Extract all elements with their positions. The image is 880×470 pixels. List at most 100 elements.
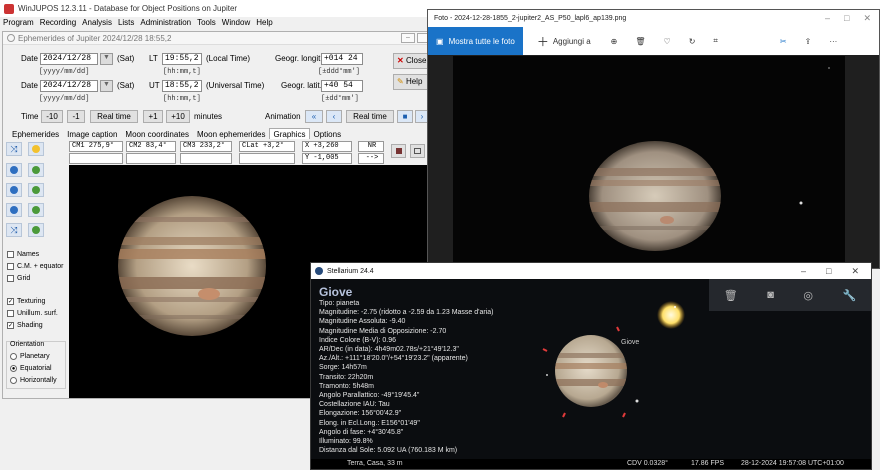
tab-moon-ephemerides[interactable]: Moon ephemerides — [193, 128, 269, 139]
maximize-icon[interactable]: □ — [826, 266, 831, 277]
horizontal-radio[interactable]: Horizontally — [10, 377, 57, 384]
sun-icon[interactable] — [28, 142, 44, 156]
tab-image-caption[interactable]: Image caption — [63, 128, 121, 139]
rewind-icon[interactable]: ‹ — [326, 110, 342, 123]
animation-realtime-button[interactable]: Real time — [346, 110, 394, 123]
minus-10-button[interactable]: -10 — [41, 110, 63, 123]
zoom-icon[interactable]: ⊕ — [611, 37, 618, 46]
ephemerides-tabs: Ephemerides Image caption Moon coordinat… — [8, 128, 345, 139]
lt-field[interactable]: 19:55,2 — [162, 53, 202, 65]
ut-field[interactable]: 18:55,2 — [162, 80, 202, 92]
planetary-radio[interactable]: Planetary — [10, 353, 50, 360]
grid-checkbox[interactable]: Grid — [7, 275, 30, 282]
menu-window[interactable]: Window — [219, 17, 253, 29]
close-icon[interactable]: ✕ — [863, 13, 871, 24]
longitude-format: [±ddd°mm'] — [318, 68, 361, 76]
trash-icon[interactable]: 🗑 — [724, 289, 738, 302]
rewind-fast-icon[interactable]: « — [305, 110, 323, 123]
crop-icon[interactable]: ⌗ — [713, 36, 718, 46]
moon-dot — [546, 374, 548, 376]
photo-canvas[interactable] — [453, 56, 845, 270]
tab-ephemerides[interactable]: Ephemerides — [8, 128, 63, 139]
share-icon[interactable]: ⇪ — [805, 37, 812, 46]
weekday-1: (Sat) — [117, 54, 135, 63]
moon-2-icon[interactable] — [28, 183, 44, 197]
texturing-checkbox[interactable]: ✓ Texturing — [7, 298, 45, 305]
menu-program[interactable]: Program — [0, 17, 37, 29]
sky-object-label: Giove — [621, 339, 640, 346]
tab-options[interactable]: Options — [310, 128, 346, 139]
target-icon[interactable]: ◎ — [803, 289, 813, 302]
date-label-2: Date — [21, 81, 38, 90]
image-icon[interactable] — [391, 144, 406, 158]
realtime-button[interactable]: Real time — [90, 110, 138, 123]
menu-tools[interactable]: Tools — [194, 17, 219, 29]
close-button[interactable]: ✕ Close — [393, 53, 431, 69]
close-icon[interactable]: ✕ — [851, 266, 859, 277]
flip-icon[interactable]: ⤨ — [6, 223, 22, 237]
picture-frame-icon[interactable] — [410, 144, 425, 158]
show-all-photos-button[interactable]: ▣ Mostra tutte le foto — [428, 27, 523, 55]
menu-administration[interactable]: Administration — [137, 17, 194, 29]
add-to-button[interactable]: Aggiungi a — [553, 37, 591, 46]
date-label-1: Date — [21, 54, 38, 63]
unillum-checkbox[interactable]: Unillum. surf. — [7, 310, 58, 317]
sun-glow — [657, 301, 685, 329]
date-format-1: [yyyy/mm/dd] — [39, 68, 90, 76]
minimize-icon[interactable]: – — [401, 33, 415, 43]
swap-icon[interactable]: ⤨ — [6, 142, 22, 156]
info-line: Magnitudine Media di Opposizione: -2.70 — [319, 327, 447, 335]
moon-4-icon[interactable] — [28, 223, 44, 237]
planetary-label: Planetary — [20, 353, 50, 360]
longitude-field[interactable]: +014 24 — [321, 53, 363, 65]
add-icon[interactable]: ＋ — [537, 33, 549, 50]
reset-zoom-icon[interactable] — [6, 183, 22, 197]
tab-graphics[interactable]: Graphics — [269, 128, 310, 139]
moon-3-icon[interactable] — [28, 203, 44, 217]
longitude-label: Geogr. longit. — [275, 54, 323, 63]
tab-moon-coordinates[interactable]: Moon coordinates — [121, 128, 193, 139]
heart-icon[interactable]: ♡ — [664, 37, 671, 46]
minimize-icon[interactable]: – — [801, 266, 806, 277]
close-icon: ✕ — [397, 56, 404, 65]
maximize-icon[interactable]: □ — [844, 13, 849, 24]
moon-1-icon[interactable] — [28, 163, 44, 177]
date-format-2: [yyyy/mm/dd] — [39, 95, 90, 103]
info-line: Tipo: pianeta — [319, 300, 360, 307]
date-field-2[interactable]: 2024/12/28 — [40, 80, 98, 92]
plus-1-button[interactable]: +1 — [143, 110, 163, 123]
edit-icon[interactable]: ✂ — [780, 37, 787, 46]
help-button[interactable]: ✎ Help — [393, 74, 431, 90]
minimize-icon[interactable]: – — [825, 13, 830, 24]
stop-icon[interactable]: ■ — [397, 110, 413, 123]
more-icon[interactable]: ··· — [829, 37, 837, 46]
screen-icon[interactable]: ◙ — [767, 289, 774, 301]
info-line: Distanza dal Sole: 5.092 UA (760.183 M k… — [319, 447, 458, 455]
menu-recording[interactable]: Recording — [37, 17, 79, 29]
chevron-down-icon[interactable] — [100, 53, 113, 65]
rotate-icon[interactable]: ↻ — [689, 37, 696, 46]
menu-analysis[interactable]: Analysis — [79, 17, 115, 29]
names-label: Names — [17, 251, 40, 258]
delete-icon[interactable]: 🗑 — [635, 37, 645, 46]
zoom-in-icon[interactable] — [6, 163, 22, 177]
info-line: Elong. in Ecl.Long.: E156°01'49" — [319, 419, 420, 427]
star-dot — [674, 306, 676, 308]
jupiter-disk — [589, 141, 721, 251]
date-field-1[interactable]: 2024/12/28 — [40, 53, 98, 65]
plus-10-button[interactable]: +10 — [166, 110, 190, 123]
nr-value: NR — [358, 141, 384, 152]
info-line: Elongazione: 156°00'42.9" — [319, 410, 402, 418]
menu-lists[interactable]: Lists — [115, 17, 137, 29]
menu-help[interactable]: Help — [253, 17, 275, 29]
names-checkbox[interactable]: Names — [7, 251, 39, 258]
cm-equator-checkbox[interactable]: C.M. + equator — [7, 263, 64, 270]
zoom-out-icon[interactable] — [6, 203, 22, 217]
equatorial-radio[interactable]: ● Equatorial — [10, 365, 52, 372]
chevron-down-icon[interactable] — [100, 80, 113, 92]
checkmark-icon: ✓ — [7, 322, 14, 329]
latitude-field[interactable]: +40 54 — [321, 80, 363, 92]
minus-1-button[interactable]: -1 — [67, 110, 85, 123]
shading-checkbox[interactable]: ✓ Shading — [7, 322, 43, 329]
wrench-icon[interactable]: 🔧 — [843, 289, 857, 302]
